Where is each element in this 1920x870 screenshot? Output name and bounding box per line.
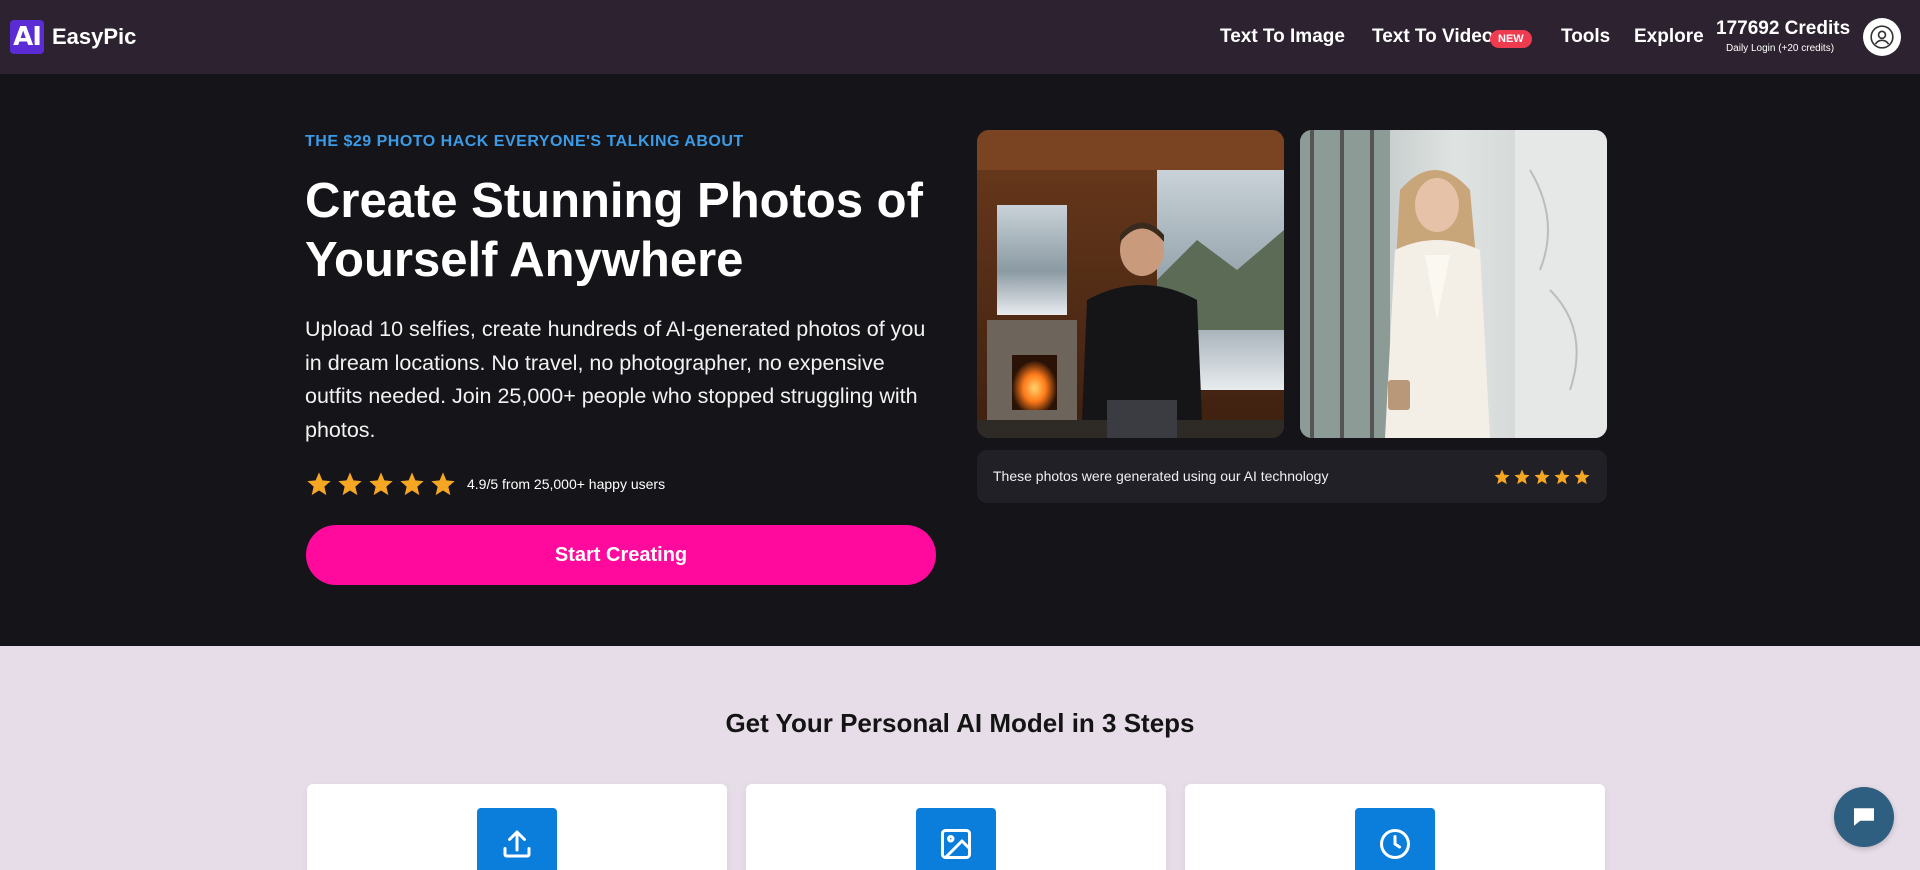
- chat-button[interactable]: [1834, 787, 1894, 847]
- credits-count: 177692 Credits: [1716, 18, 1851, 39]
- star-icon: [1494, 469, 1510, 485]
- star-icon: [338, 472, 362, 496]
- clock-icon: [1380, 829, 1410, 859]
- star-icon: [400, 472, 424, 496]
- caption-stars: [1493, 468, 1591, 486]
- logo-mark: AI: [10, 20, 44, 54]
- step-card-wait: [1185, 784, 1605, 870]
- credits-daily-login: Daily Login (+20 credits): [1725, 43, 1835, 54]
- step-card-generate: [746, 784, 1166, 870]
- start-creating-button[interactable]: Start Creating: [306, 525, 936, 585]
- rating-stars: [305, 470, 457, 498]
- nav-tools[interactable]: Tools: [1561, 26, 1610, 48]
- star-icon: [1574, 469, 1590, 485]
- hero-rating: 4.9/5 from 25,000+ happy users: [305, 470, 665, 498]
- hero-section: [0, 74, 1920, 646]
- example-photo-man: [977, 130, 1284, 438]
- upload-icon: [503, 830, 531, 858]
- credits-display[interactable]: 177692 Credits Daily Login (+20 credits): [1716, 18, 1851, 54]
- star-icon: [1554, 469, 1570, 485]
- star-icon: [431, 472, 455, 496]
- new-badge: NEW: [1490, 30, 1532, 48]
- nav-text-to-video[interactable]: Text To Video: [1372, 26, 1493, 48]
- step-icon-box: [477, 808, 557, 870]
- hero-kicker: THE $29 PHOTO HACK EVERYONE'S TALKING AB…: [305, 133, 744, 150]
- nav-text-to-image[interactable]: Text To Image: [1220, 26, 1345, 48]
- photo-caption: These photos were generated using our AI…: [993, 468, 1329, 484]
- image-icon: [941, 829, 971, 859]
- logo-text: EasyPic: [52, 24, 137, 49]
- example-photo-woman: [1300, 130, 1607, 438]
- photo-caption-bar: These photos were generated using our AI…: [977, 450, 1607, 503]
- step-card-upload: [307, 784, 727, 870]
- star-icon: [1514, 469, 1530, 485]
- nav-explore[interactable]: Explore: [1634, 26, 1704, 48]
- logo[interactable]: AI EasyPic: [10, 20, 136, 54]
- star-icon: [1534, 469, 1550, 485]
- step-icon-box: [916, 808, 996, 870]
- hero-description: Upload 10 selfies, create hundreds of AI…: [305, 317, 926, 442]
- star-icon: [369, 472, 393, 496]
- star-icon: [307, 472, 331, 496]
- hero-title: Create Stunning Photos of Yourself Anywh…: [305, 174, 923, 287]
- rating-text: 4.9/5 from 25,000+ happy users: [467, 476, 666, 492]
- user-avatar-button[interactable]: [1863, 18, 1901, 56]
- step-icon-box: [1355, 808, 1435, 870]
- steps-title: Get Your Personal AI Model in 3 Steps: [725, 708, 1195, 738]
- chat-icon: [1854, 808, 1874, 826]
- user-circle-icon: [1870, 25, 1894, 49]
- top-nav: AI EasyPic Text To Image Text To Video N…: [0, 0, 1920, 74]
